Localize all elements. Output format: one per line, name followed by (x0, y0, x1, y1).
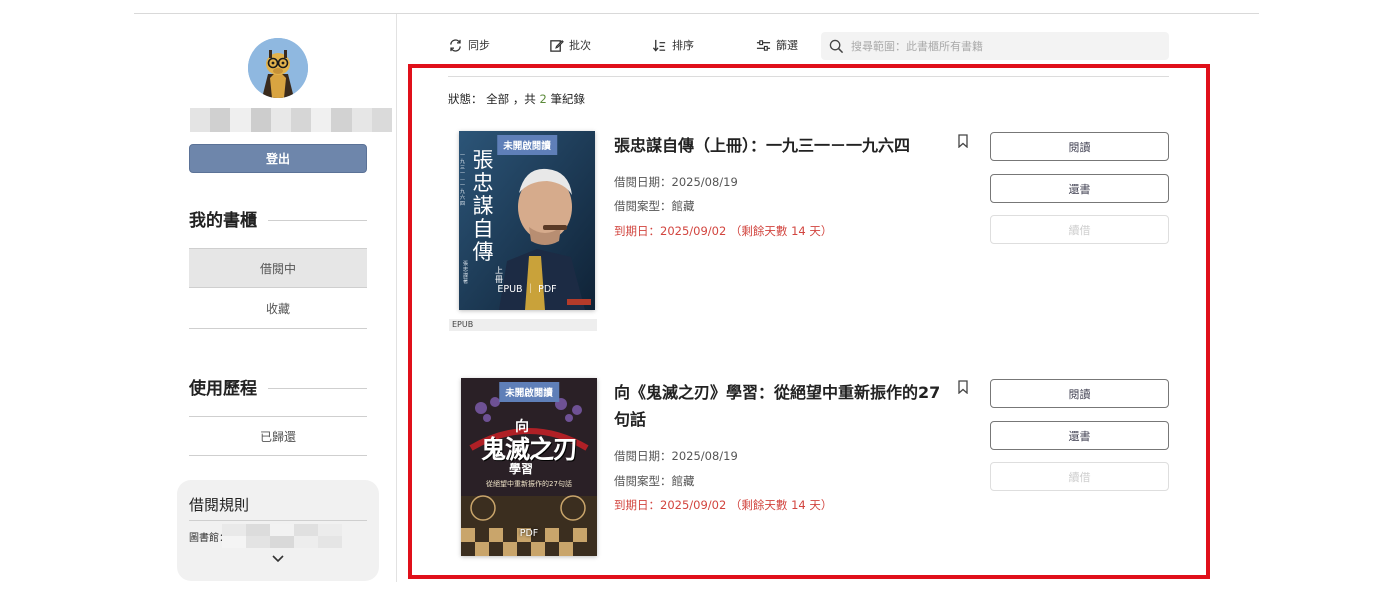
filter-button[interactable]: 篩選 (756, 36, 798, 54)
borrow-date-2: 借閱日期：2025/08/19 (614, 449, 738, 463)
search-box[interactable] (821, 32, 1169, 60)
cover-title-text: 張忠謀自傳 (472, 148, 494, 264)
status-suffix: 筆紀錄 (550, 92, 585, 106)
sidebar-item-borrowing[interactable]: 借閱中 (189, 248, 367, 288)
format-strip: EPUB (449, 319, 597, 331)
giraffe-avatar-icon (248, 38, 308, 98)
history-heading: 使用歷程 (189, 379, 257, 399)
search-input[interactable] (851, 39, 1151, 53)
read-button-1[interactable]: 閱讀 (990, 132, 1169, 161)
sidebar-item-returned[interactable]: 已歸還 (189, 416, 367, 456)
renew-button-1[interactable]: 續借 (990, 215, 1169, 244)
status-sep: ，共 (512, 92, 536, 106)
avatar[interactable] (248, 38, 308, 98)
sort-label: 排序 (672, 39, 694, 52)
batch-button[interactable]: 批次 (549, 36, 591, 54)
chevron-down-icon[interactable] (270, 553, 286, 565)
username-redacted (190, 108, 393, 132)
sync-label: 同步 (468, 39, 490, 52)
status-prefix: 狀態： (448, 92, 483, 106)
borrow-date-1: 借閱日期：2025/08/19 (614, 175, 738, 189)
library-name-redacted (222, 524, 342, 548)
unread-badge-2: 未開啟閱讀 (499, 382, 559, 402)
sort-icon (652, 39, 666, 52)
book-cover-1[interactable]: 未開啟閱讀 張忠謀自傳 一九三一—一九六四 上冊 張忠謀 著 EPUB ｜ PD… (459, 131, 595, 310)
borrowing-rules-title: 借閱規則 (189, 496, 250, 514)
read-button-2[interactable]: 閱讀 (990, 379, 1169, 408)
book-cover-2[interactable]: 未開啟閱讀 向 鬼滅之刃 學習 從絕望中重新振作的27句話 PDF (461, 378, 597, 556)
filter-sliders-icon (756, 39, 771, 51)
edit-icon (550, 39, 564, 52)
sidebar-item-favorites[interactable]: 收藏 (189, 289, 367, 329)
bookmark-icon[interactable] (957, 380, 969, 394)
publisher-logo (567, 299, 591, 305)
top-divider (134, 13, 1259, 14)
cover-formats-text-2: PDF (519, 528, 539, 539)
unread-badge: 未開啟閱讀 (497, 135, 557, 155)
record-count: 2 (539, 92, 547, 106)
status-filter[interactable]: 全部 (486, 92, 509, 106)
bookshelf-heading: 我的書櫃 (189, 211, 257, 231)
logout-button[interactable]: 登出 (189, 144, 367, 173)
sort-button[interactable]: 排序 (652, 36, 694, 54)
return-button-1[interactable]: 還書 (990, 174, 1169, 203)
due-date-1: 到期日：2025/09/02 （剩餘天數 14 天） (614, 224, 833, 238)
sidebar-divider (396, 14, 397, 582)
renew-button-2[interactable]: 續借 (990, 462, 1169, 491)
filter-label: 篩選 (776, 39, 798, 52)
due-date-2: 到期日：2025/09/02 （剩餘天數 14 天） (614, 498, 833, 512)
cover-bottom-text: 學習 (509, 462, 534, 476)
status-line: 狀態： 全部 ，共 2 筆紀錄 (448, 91, 585, 107)
search-icon (829, 39, 844, 53)
book-title-1[interactable]: 張忠謀自傳（上冊）：一九三一－一九六四 (614, 132, 944, 159)
book-title-2[interactable]: 向《鬼滅之刃》學習：從絕望中重新振作的27句話 (614, 379, 944, 433)
borrow-type-1: 借閱案型：館藏 (614, 199, 695, 213)
bookmark-icon[interactable] (957, 134, 969, 148)
history-heading-rule (268, 388, 367, 389)
borrowing-rules-rule (189, 520, 367, 521)
content-divider (448, 76, 1169, 77)
cover-tagline-text: 從絕望中重新振作的27句話 (486, 480, 572, 488)
cover-years-text: 一九三一—一九六四 (460, 153, 466, 207)
sync-icon (450, 38, 461, 52)
borrow-type-2: 借閱案型：館藏 (614, 474, 695, 488)
bookshelf-heading-rule (268, 220, 367, 221)
cover-formats-text: EPUB ｜ PDF (497, 284, 557, 295)
batch-label: 批次 (569, 39, 591, 52)
return-button-2[interactable]: 還書 (990, 421, 1169, 450)
sync-button[interactable]: 同步 (448, 36, 490, 54)
